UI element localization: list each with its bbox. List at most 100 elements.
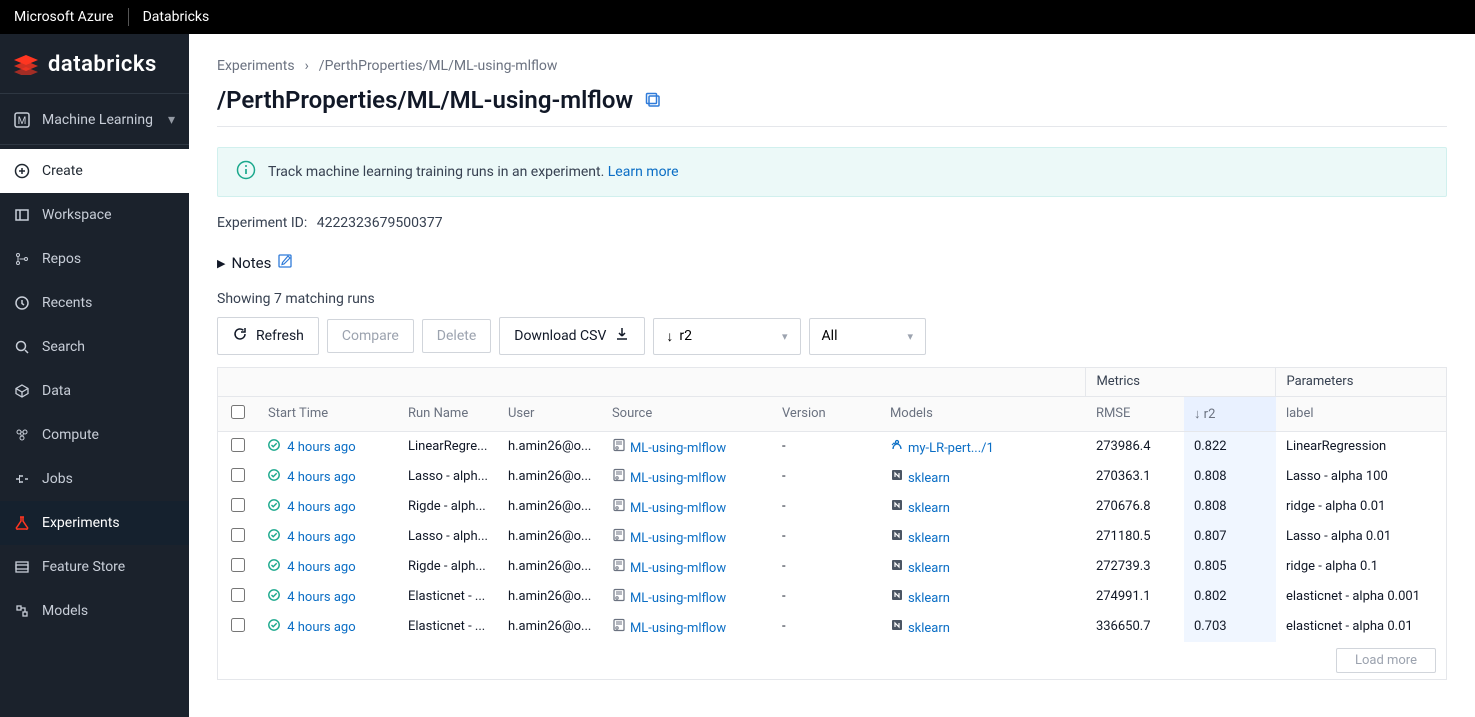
sidebar-item-data[interactable]: Data [0, 369, 189, 413]
param-label: Lasso - alpha 100 [1276, 462, 1446, 492]
chevron-right-icon: › [305, 58, 309, 74]
persona-switcher[interactable]: M Machine Learning ▾ [0, 98, 189, 142]
run-start-link[interactable]: 4 hours ago [287, 620, 355, 635]
edit-icon[interactable] [277, 253, 293, 273]
model-link[interactable]: sklearn [908, 531, 950, 546]
source-link[interactable]: ML-using-mlflow [630, 561, 726, 576]
run-version: - [772, 612, 880, 642]
sidebar-item-label: Recents [42, 295, 92, 311]
source-link[interactable]: ML-using-mlflow [630, 471, 726, 486]
table-row[interactable]: 4 hours agoLasso - alph...h.amin26@o...M… [218, 522, 1446, 552]
sidebar-item-jobs[interactable]: Jobs [0, 457, 189, 501]
sidebar-item-label: Repos [42, 251, 81, 267]
workspace-icon [14, 207, 30, 223]
sidebar-item-label: Experiments [42, 515, 120, 531]
sidebar-item-label: Models [42, 603, 88, 619]
load-more-button[interactable]: Load more [1336, 648, 1436, 673]
notebook-icon [612, 531, 626, 546]
run-start-link[interactable]: 4 hours ago [287, 440, 355, 455]
col-run[interactable]: Run Name [398, 396, 498, 431]
run-version: - [772, 582, 880, 612]
sidebar-item-compute[interactable]: Compute [0, 413, 189, 457]
status-ok-icon [268, 620, 280, 635]
caret-right-icon: ▶ [217, 257, 225, 270]
source-link[interactable]: ML-using-mlflow [630, 591, 726, 606]
source-link[interactable]: ML-using-mlflow [630, 621, 726, 636]
notes-label: Notes [231, 254, 271, 272]
compare-button[interactable]: Compare [327, 319, 414, 353]
banner-text: Track machine learning training runs in … [268, 164, 679, 180]
run-version: - [772, 522, 880, 552]
row-checkbox[interactable] [231, 498, 245, 512]
table-row[interactable]: 4 hours agoElasticnet - ...h.amin26@o...… [218, 612, 1446, 642]
filter-select[interactable]: All ▾ [809, 318, 926, 355]
sidebar-item-featurestore[interactable]: Feature Store [0, 545, 189, 589]
sort-desc-icon: ↓ [666, 328, 673, 345]
sidebar-item-repos[interactable]: Repos [0, 237, 189, 281]
download-csv-button[interactable]: Download CSV [499, 317, 645, 355]
source-link[interactable]: ML-using-mlflow [630, 441, 726, 456]
learn-more-link[interactable]: Learn more [608, 164, 679, 180]
row-checkbox[interactable] [231, 438, 245, 452]
sidebar-item-workspace[interactable]: Workspace [0, 193, 189, 237]
model-link[interactable]: sklearn [908, 471, 950, 486]
model-link[interactable]: sklearn [908, 591, 950, 606]
col-user[interactable]: User [498, 396, 602, 431]
table-row[interactable]: 4 hours agoRigde - alph...h.amin26@o...M… [218, 492, 1446, 522]
persona-label: Machine Learning [42, 112, 153, 128]
row-checkbox[interactable] [231, 528, 245, 542]
sidebar-item-search[interactable]: Search [0, 325, 189, 369]
run-version: - [772, 431, 880, 462]
table-row[interactable]: 4 hours agoLasso - alph...h.amin26@o...M… [218, 462, 1446, 492]
sidebar-item-models[interactable]: Models [0, 589, 189, 633]
topbar-right[interactable]: Databricks [143, 9, 210, 25]
model-icon [890, 471, 904, 486]
col-rmse[interactable]: RMSE [1086, 396, 1184, 431]
run-start-link[interactable]: 4 hours ago [287, 560, 355, 575]
model-link[interactable]: sklearn [908, 621, 950, 636]
select-all-checkbox[interactable] [231, 405, 245, 419]
copy-path-button[interactable] [643, 90, 663, 110]
repos-icon [14, 251, 30, 267]
sidebar-item-create[interactable]: Create [0, 149, 189, 193]
model-link[interactable]: sklearn [908, 561, 950, 576]
brand[interactable]: databricks [0, 46, 189, 91]
table-row[interactable]: 4 hours agoElasticnet - ...h.amin26@o...… [218, 582, 1446, 612]
run-name: Rigde - alph... [398, 492, 498, 522]
col-start[interactable]: Start Time [258, 396, 398, 431]
persona-icon: M [14, 112, 30, 128]
row-checkbox[interactable] [231, 618, 245, 632]
run-user: h.amin26@o... [498, 612, 602, 642]
model-icon [890, 561, 904, 576]
row-checkbox[interactable] [231, 588, 245, 602]
notes-toggle[interactable]: ▶ Notes [217, 253, 1447, 273]
run-start-link[interactable]: 4 hours ago [287, 590, 355, 605]
table-row[interactable]: 4 hours agoLinearRegre...h.amin26@o...ML… [218, 431, 1446, 462]
run-user: h.amin26@o... [498, 552, 602, 582]
model-link[interactable]: my-LR-pert.../1 [908, 441, 994, 456]
col-label[interactable]: label [1276, 396, 1446, 431]
source-link[interactable]: ML-using-mlflow [630, 531, 726, 546]
run-start-link[interactable]: 4 hours ago [287, 500, 355, 515]
sidebar-item-recents[interactable]: Recents [0, 281, 189, 325]
sidebar-item-experiments[interactable]: Experiments [0, 501, 189, 545]
run-start-link[interactable]: 4 hours ago [287, 470, 355, 485]
col-r2[interactable]: ↓ r2 [1184, 396, 1276, 431]
crumb-root[interactable]: Experiments [217, 58, 295, 74]
col-source[interactable]: Source [602, 396, 772, 431]
sort-select[interactable]: ↓ r2 ▾ [653, 318, 800, 355]
row-checkbox[interactable] [231, 558, 245, 572]
run-start-link[interactable]: 4 hours ago [287, 530, 355, 545]
delete-button[interactable]: Delete [422, 319, 491, 353]
download-icon [614, 326, 630, 346]
flask-icon [14, 515, 30, 531]
refresh-button[interactable]: Refresh [217, 317, 319, 355]
col-version[interactable]: Version [772, 396, 880, 431]
topbar-left[interactable]: Microsoft Azure [14, 9, 114, 25]
model-link[interactable]: sklearn [908, 501, 950, 516]
table-row[interactable]: 4 hours agoRigde - alph...h.amin26@o...M… [218, 552, 1446, 582]
metric-r2: 0.808 [1184, 462, 1276, 492]
row-checkbox[interactable] [231, 468, 245, 482]
col-models[interactable]: Models [880, 396, 1086, 431]
source-link[interactable]: ML-using-mlflow [630, 501, 726, 516]
